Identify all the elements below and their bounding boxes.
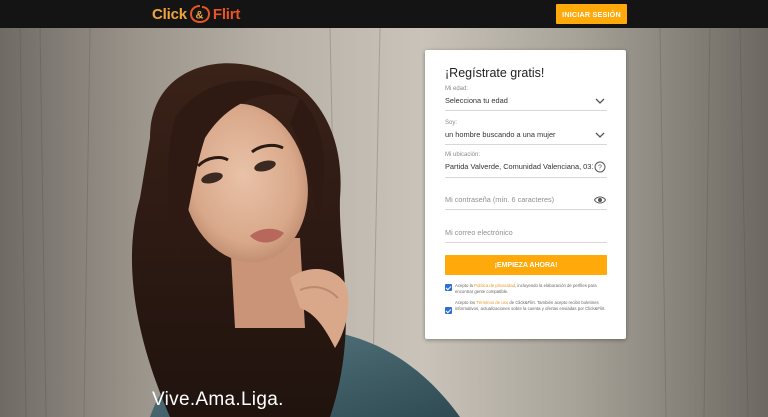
top-header: Click & Flirt INICIAR SESIÓN bbox=[0, 0, 768, 28]
logo-ampersand-icon: & bbox=[189, 5, 211, 24]
eye-icon[interactable] bbox=[594, 194, 606, 206]
privacy-text-pre: Acepto la bbox=[455, 283, 475, 288]
hero-section: Vive.Ama.Liga. bbox=[0, 28, 768, 417]
privacy-consent-text: Acepto la Política de privacidad, incluy… bbox=[455, 283, 607, 295]
terms-consent[interactable]: Acepto los Términos de uso de Click&Flir… bbox=[445, 300, 607, 314]
terms-text-pre: Acepto los bbox=[455, 300, 477, 305]
chevron-down-icon bbox=[595, 98, 605, 104]
question-circle-icon[interactable]: ? bbox=[594, 161, 606, 173]
age-value: Selecciona tu edad bbox=[445, 96, 508, 105]
logo-word-click: Click bbox=[152, 5, 187, 23]
age-label: Mi edad: bbox=[445, 86, 469, 92]
location-value: Partida Valverde, Comunidad Valenciana, … bbox=[445, 162, 593, 171]
gender-label: Soy: bbox=[445, 120, 458, 126]
privacy-policy-link[interactable]: Política de privacidad bbox=[474, 283, 515, 288]
location-label: Mi ubicación: bbox=[445, 152, 481, 158]
location-field[interactable]: Mi ubicación: Partida Valverde, Comunida… bbox=[445, 152, 607, 178]
email-placeholder: Mi correo electrónico bbox=[445, 228, 513, 237]
logo-word-flirt: Flirt bbox=[212, 5, 241, 23]
gender-select[interactable]: Soy: un hombre buscando a una mujer bbox=[445, 120, 607, 145]
clickflirt-logo[interactable]: Click & Flirt bbox=[152, 4, 240, 24]
registration-form: ¡Regístrate gratis! Mi edad: Selecciona … bbox=[425, 50, 626, 339]
svg-text:&: & bbox=[195, 10, 203, 22]
privacy-consent[interactable]: Acepto la Política de privacidad, incluy… bbox=[445, 283, 607, 295]
terms-consent-text: Acepto los Términos de uso de Click&Flir… bbox=[455, 300, 607, 314]
hero-tagline: Vive.Ama.Liga. bbox=[152, 389, 284, 410]
age-select[interactable]: Mi edad: Selecciona tu edad bbox=[445, 86, 607, 111]
password-field[interactable]: Mi contraseña (mín. 6 caracteres) bbox=[445, 195, 607, 210]
hero-photo bbox=[0, 28, 768, 417]
login-button[interactable]: INICIAR SESIÓN bbox=[556, 4, 627, 24]
privacy-checkbox[interactable] bbox=[445, 284, 452, 291]
svg-text:?: ? bbox=[598, 165, 602, 172]
chevron-down-icon bbox=[595, 132, 605, 138]
email-field[interactable]: Mi correo electrónico bbox=[445, 228, 607, 243]
terms-checkbox[interactable] bbox=[445, 307, 452, 314]
password-placeholder: Mi contraseña (mín. 6 caracteres) bbox=[445, 195, 555, 204]
gender-value: un hombre buscando a una mujer bbox=[445, 130, 556, 139]
start-now-button[interactable]: ¡EMPIEZA AHORA! bbox=[445, 255, 607, 275]
form-title: ¡Regístrate gratis! bbox=[445, 66, 545, 80]
terms-of-use-link[interactable]: Términos de uso bbox=[476, 300, 508, 305]
